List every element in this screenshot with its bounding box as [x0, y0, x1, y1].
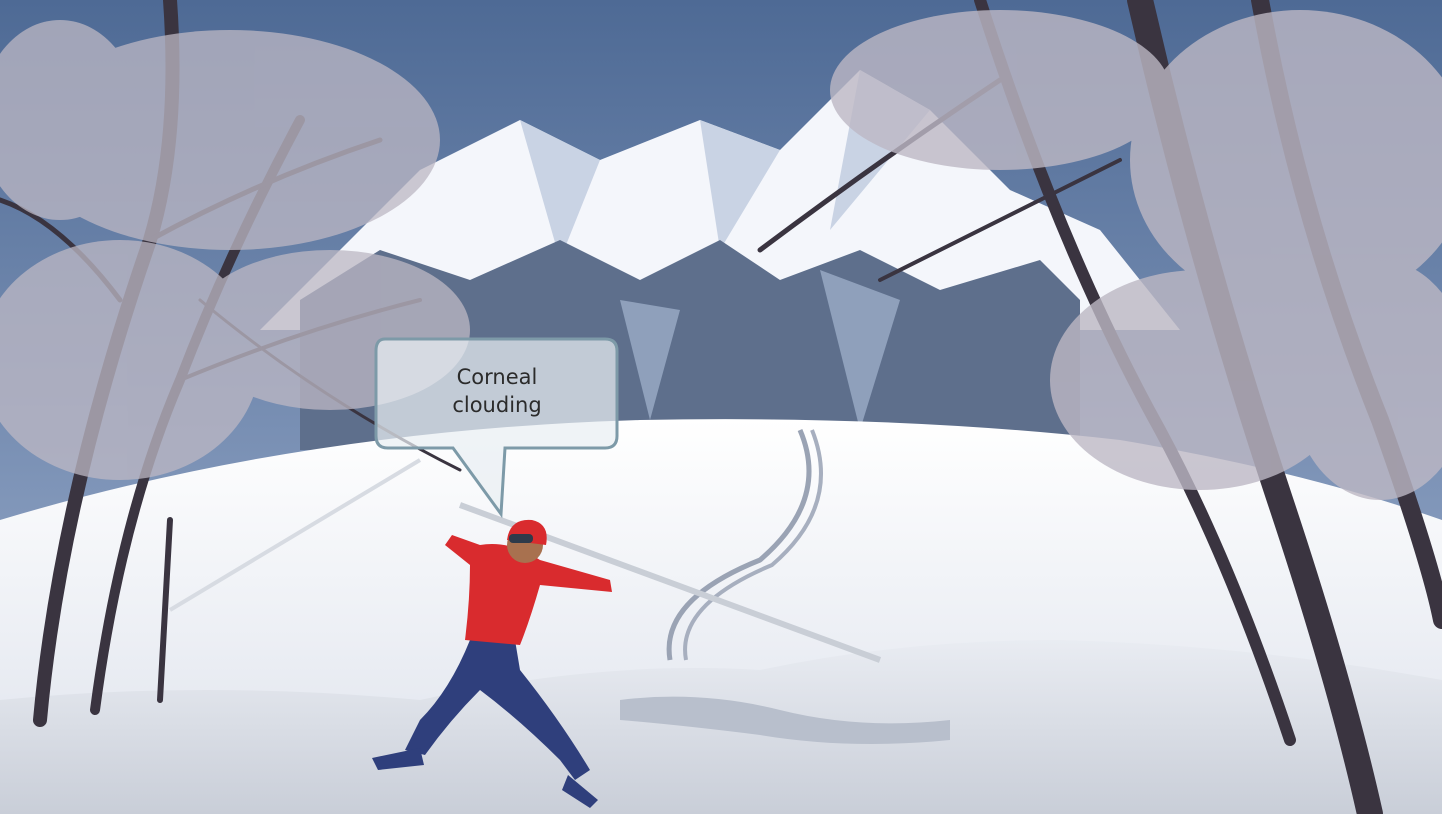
callout-text: Corneal clouding: [452, 365, 542, 417]
callout: Corneal clouding: [374, 337, 619, 519]
winter-scene: Corneal clouding: [0, 0, 1442, 814]
scene-illustration: [0, 0, 1442, 814]
